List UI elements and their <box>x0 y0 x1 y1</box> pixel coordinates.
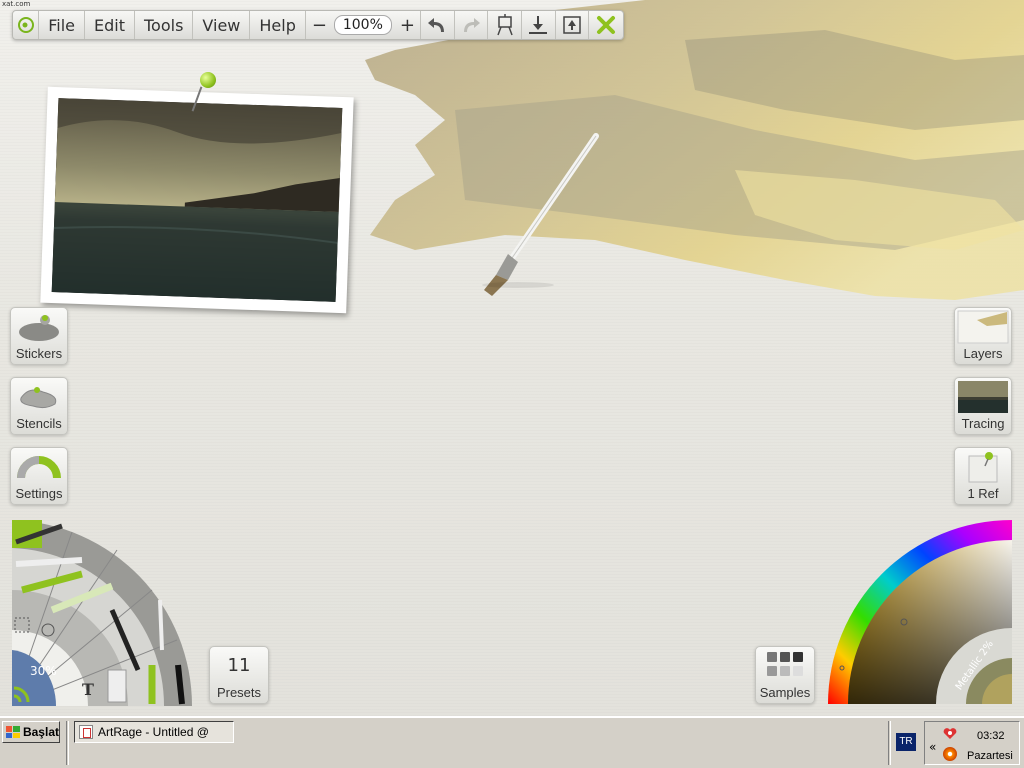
text-tool-icon[interactable]: T <box>82 680 94 699</box>
presets-button[interactable]: 11 Presets <box>209 646 269 704</box>
artrage-logo-icon[interactable] <box>13 11 40 39</box>
close-icon[interactable] <box>589 11 623 39</box>
tracing-thumbnail <box>955 378 1011 416</box>
pin-icon[interactable] <box>200 72 216 88</box>
brush-cursor-icon <box>482 133 599 296</box>
tracing-button[interactable]: Tracing <box>954 377 1012 435</box>
reference-image[interactable] <box>40 86 354 314</box>
paint-strokes <box>355 0 1024 310</box>
reference-button[interactable]: 1 Ref <box>954 447 1012 505</box>
zoom-out-button[interactable]: − <box>312 15 327 36</box>
layers-thumbnail <box>955 308 1011 346</box>
clock[interactable]: 03:32 <box>977 730 1005 742</box>
menu-view[interactable]: View <box>193 11 251 39</box>
language-indicator[interactable]: TR <box>896 733 916 751</box>
windows-logo-icon <box>6 726 20 738</box>
update-icon[interactable] <box>943 747 957 761</box>
settings-button[interactable]: Settings <box>10 447 68 505</box>
tool-wheel[interactable]: 30% T <box>11 520 193 707</box>
menu-help[interactable]: Help <box>250 11 306 39</box>
day-label: Pazartesi <box>967 750 1013 762</box>
easel-icon[interactable] <box>488 11 522 39</box>
messenger-icon[interactable] <box>943 728 957 740</box>
menu-tools[interactable]: Tools <box>135 11 194 39</box>
samples-button[interactable]: Samples <box>755 646 815 704</box>
task-artrage[interactable]: ArtRage - Untitled @ <box>74 721 234 743</box>
menu-bar: File Edit Tools View Help − 100% + <box>12 10 624 40</box>
zoom-control: − 100% + <box>306 11 421 39</box>
tray-expand-button[interactable]: « <box>929 740 936 754</box>
import-icon[interactable] <box>522 11 556 39</box>
reference-pin-icon <box>955 448 1011 486</box>
redo-icon[interactable] <box>455 11 489 39</box>
watermark: xat.com <box>2 0 31 8</box>
presets-count: 11 <box>227 655 251 676</box>
presets-label: Presets <box>216 685 262 700</box>
export-icon[interactable] <box>556 11 590 39</box>
zoom-field[interactable]: 100% <box>333 15 392 35</box>
undo-icon[interactable] <box>421 11 455 39</box>
samples-label: Samples <box>759 685 811 700</box>
start-button[interactable]: Başlat <box>2 721 60 743</box>
layers-button[interactable]: Layers <box>954 307 1012 365</box>
tray-separator <box>888 721 891 765</box>
zoom-in-button[interactable]: + <box>400 15 415 36</box>
settings-arc-icon <box>11 448 67 486</box>
artrage-app-icon <box>79 725 93 739</box>
system-tray: « 03:32 Pazartesi <box>924 721 1020 765</box>
stickers-icon <box>11 308 67 346</box>
taskbar-separator <box>66 721 69 765</box>
stencils-button[interactable]: Stencils <box>10 377 68 435</box>
samples-grid-icon <box>756 647 814 685</box>
stencils-icon <box>11 378 67 416</box>
menu-file[interactable]: File <box>39 11 85 39</box>
color-picker[interactable]: Metallic 2% <box>826 518 1014 706</box>
stickers-button[interactable]: Stickers <box>10 307 68 365</box>
opacity-label: 30% <box>30 664 57 678</box>
menu-edit[interactable]: Edit <box>85 11 135 39</box>
taskbar: Başlat ArtRage - Untitled @ TR « 03:32 P… <box>0 716 1024 768</box>
